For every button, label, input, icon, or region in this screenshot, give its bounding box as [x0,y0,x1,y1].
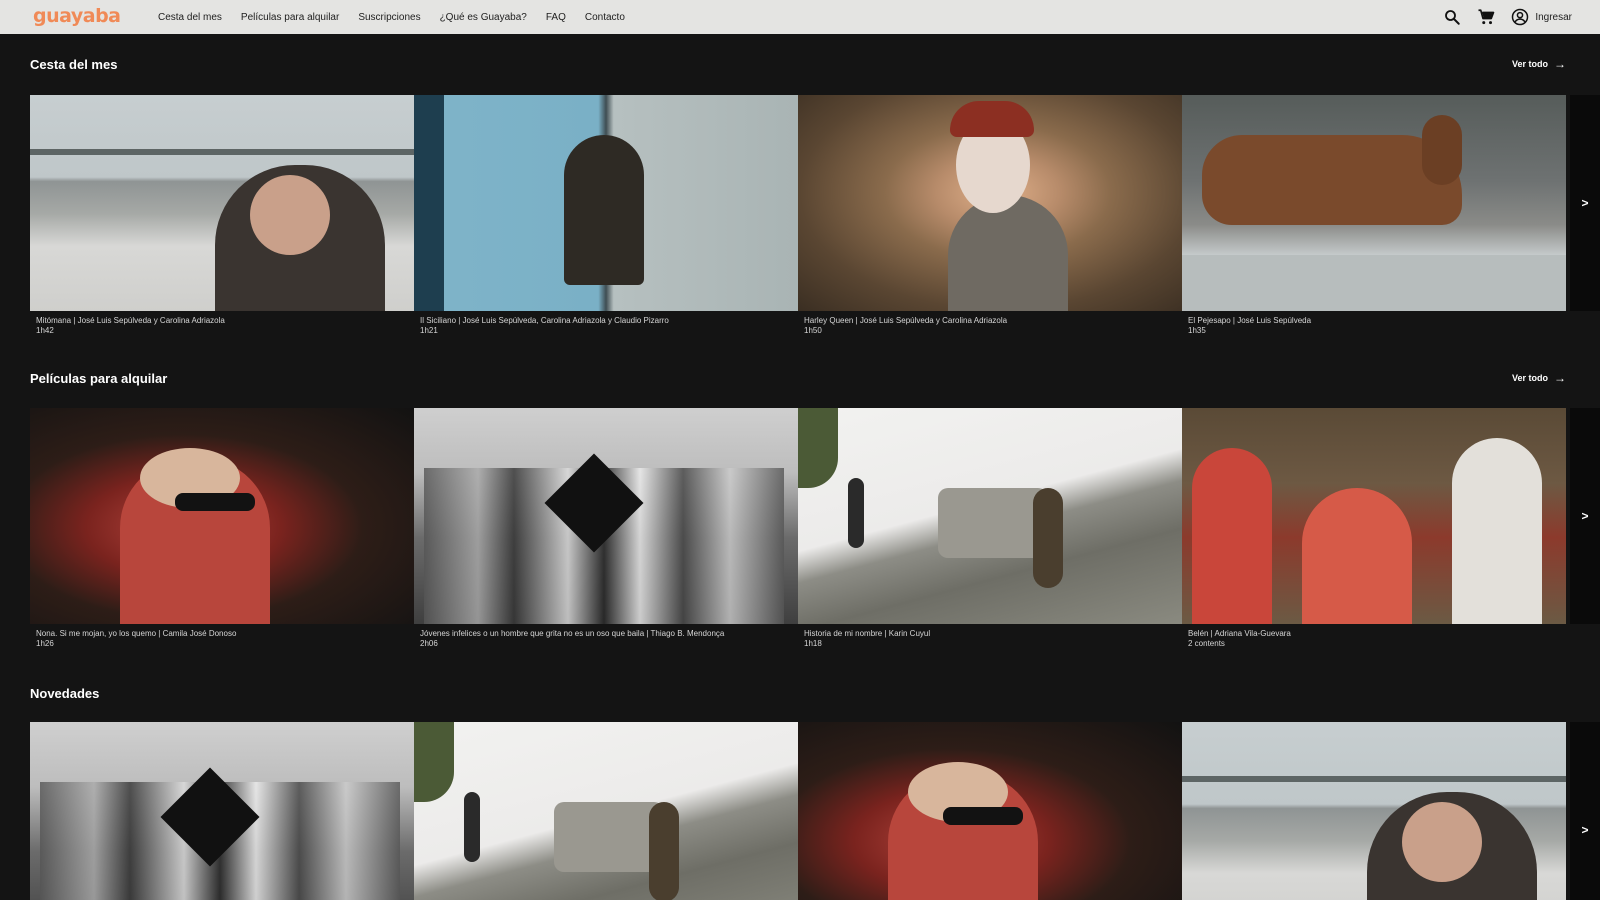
card-caption: Jóvenes infelices o un hombre que grita … [420,629,725,638]
card-duration: 1h26 [36,639,54,648]
login-label: Ingresar [1535,11,1572,23]
main-nav: Cesta del mes Películas para alquilar Su… [158,0,625,34]
card-duration: 2h06 [420,639,438,648]
movie-card[interactable] [414,722,798,900]
login-button[interactable]: Ingresar [1510,7,1572,27]
movie-thumbnail [1182,408,1566,624]
view-all-label: Ver todo [1511,373,1548,383]
section-cesta-del-mes: Cesta del mes Ver todo → Mitómana | José… [0,57,1600,357]
movie-card[interactable]: Historia de mi nombre | Karin Cuyul 1h18 [798,408,1182,648]
card-caption: Harley Queen | José Luis Sepúlveda y Car… [804,316,1008,325]
nav-que-es-guayaba[interactable]: ¿Qué es Guayaba? [440,12,527,23]
movie-thumbnail [798,722,1182,900]
movie-card[interactable]: Belén | Adriana Vila-Guevara 2 contents [1182,408,1566,648]
movie-thumbnail [30,408,414,624]
view-all-link[interactable]: Ver todo → [1511,370,1566,385]
carousel-next-button[interactable]: > [1570,95,1600,311]
movie-card[interactable]: El Pejesapo | José Luis Sepúlveda 1h35 [1182,95,1566,335]
movie-thumbnail [1182,95,1566,311]
card-duration: 1h50 [804,326,822,335]
search-icon[interactable] [1442,7,1462,27]
movie-thumbnail [414,408,798,624]
card-caption: Mitómana | José Luis Sepúlveda y Carolin… [36,316,225,325]
movie-thumbnail [414,722,798,900]
movie-card[interactable]: Mitómana | José Luis Sepúlveda y Carolin… [30,95,414,335]
card-duration: 2 contents [1188,639,1225,648]
movie-thumbnail [30,722,414,900]
card-caption: Belén | Adriana Vila-Guevara [1188,629,1291,638]
nav-faq[interactable]: FAQ [546,12,566,23]
section-title: Películas para alquilar [30,371,168,386]
nav-suscripciones[interactable]: Suscripciones [358,12,420,23]
card-duration: 1h18 [804,639,822,648]
movie-thumbnail [798,95,1182,311]
card-duration: 1h42 [36,326,54,335]
movie-thumbnail [798,408,1182,624]
guayaba-logo[interactable]: guayaba [33,5,121,27]
view-all-label: Ver todo [1511,59,1548,69]
nav-contacto[interactable]: Contacto [585,12,625,23]
carousel-row: Nona. Si me mojan, yo los quemo | Camila… [30,408,1600,648]
view-all-link[interactable]: Ver todo → [1511,56,1566,71]
section-title: Novedades [30,686,100,701]
carousel-row [30,722,1600,900]
nav-cesta-del-mes[interactable]: Cesta del mes [158,12,222,23]
section-novedades: Novedades > [0,686,1600,900]
carousel-next-button[interactable]: > [1570,408,1600,624]
cart-icon[interactable] [1476,7,1496,27]
movie-thumbnail [414,95,798,311]
card-caption: El Pejesapo | José Luis Sepúlveda [1188,316,1312,325]
chevron-right-icon: > [1581,509,1589,523]
section-title: Cesta del mes [30,57,118,72]
card-caption: Nona. Si me mojan, yo los quemo | Camila… [36,629,237,638]
chevron-right-icon: > [1581,823,1589,837]
movie-card[interactable] [30,722,414,900]
movie-thumbnail [30,95,414,311]
arrow-right-icon: → [1554,370,1566,385]
carousel-next-button[interactable]: > [1570,722,1600,900]
nav-peliculas-para-alquilar[interactable]: Películas para alquilar [241,12,339,23]
top-actions: Ingresar [1442,0,1572,34]
top-navigation-bar: guayaba Cesta del mes Películas para alq… [0,0,1600,34]
movie-card[interactable]: Jóvenes infelices o un hombre que grita … [414,408,798,648]
card-duration: 1h21 [420,326,438,335]
movie-thumbnail [1182,722,1566,900]
arrow-right-icon: → [1554,56,1566,71]
movie-card[interactable]: Harley Queen | José Luis Sepúlveda y Car… [798,95,1182,335]
movie-card[interactable]: Il Siciliano | José Luis Sepúlveda, Caro… [414,95,798,335]
movie-card[interactable] [1182,722,1566,900]
chevron-right-icon: > [1581,196,1589,210]
card-caption: Historia de mi nombre | Karin Cuyul [804,629,931,638]
card-caption: Il Siciliano | José Luis Sepúlveda, Caro… [420,316,669,325]
card-duration: 1h35 [1188,326,1206,335]
carousel-row: Mitómana | José Luis Sepúlveda y Carolin… [30,95,1600,335]
section-peliculas-para-alquilar: Películas para alquilar Ver todo → Nona.… [0,371,1600,671]
movie-card[interactable]: Nona. Si me mojan, yo los quemo | Camila… [30,408,414,648]
movie-card[interactable] [798,722,1182,900]
account-icon [1510,7,1530,27]
